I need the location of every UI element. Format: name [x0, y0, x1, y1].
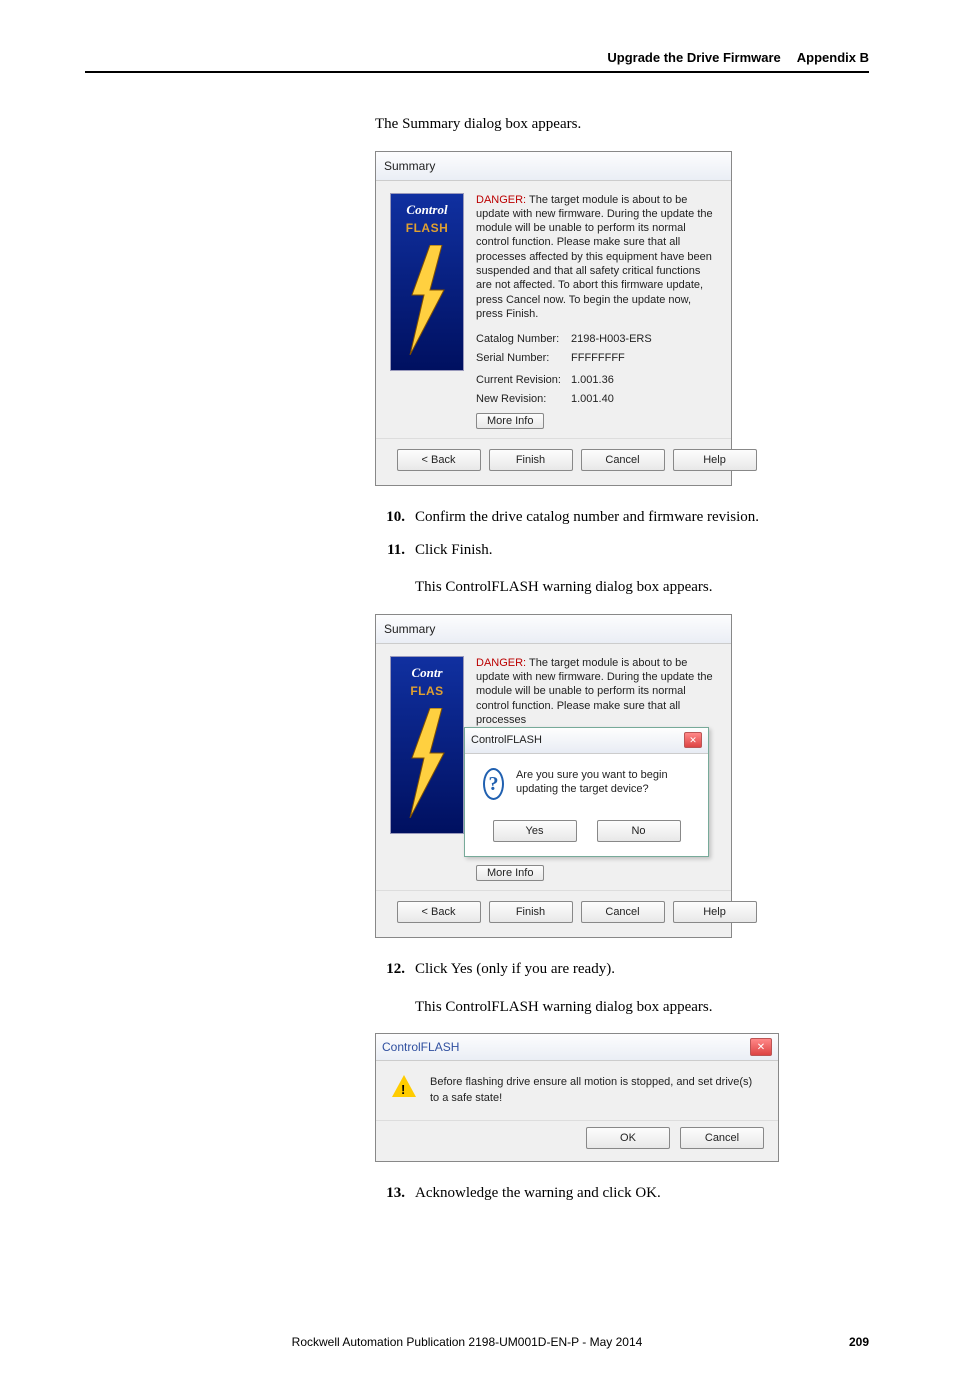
page-footer: Rockwell Automation Publication 2198-UM0… — [85, 1335, 869, 1349]
question-icon: ? — [483, 768, 504, 800]
summary-dialog-2: Summary Contr FLAS DANGER: The target mo… — [375, 614, 732, 938]
more-info-button[interactable]: More Info — [476, 413, 544, 429]
chapter-title: Upgrade the Drive Firmware — [607, 50, 780, 65]
catalog-row: Catalog Number:2198-H003-ERS — [476, 331, 717, 348]
danger-message: DANGER: The target module is about to be… — [476, 193, 717, 322]
lightning-icon — [402, 708, 452, 818]
back-button[interactable]: < Back — [397, 449, 481, 472]
help-button[interactable]: Help — [673, 901, 757, 924]
page-number: 209 — [849, 1335, 869, 1349]
step-11: 11.Click Finish. — [375, 539, 869, 562]
dialog-title: ControlFLASH — [382, 1038, 459, 1056]
cancel-button[interactable]: Cancel — [680, 1127, 764, 1150]
close-icon[interactable]: ✕ — [684, 732, 702, 748]
ok-button[interactable]: OK — [586, 1127, 670, 1150]
page-header: Upgrade the Drive Firmware Appendix B — [85, 50, 869, 73]
controlflash-logo: Contr FLAS — [390, 656, 464, 834]
publication-info: Rockwell Automation Publication 2198-UM0… — [85, 1335, 849, 1349]
warning-dialog: ControlFLASH ✕ Before flashing drive ens… — [375, 1033, 779, 1162]
popup-title-text: ControlFLASH — [471, 732, 542, 749]
step-10: 10.Confirm the drive catalog number and … — [375, 506, 869, 529]
step-12-sub: This ControlFLASH warning dialog box app… — [415, 996, 869, 1019]
cancel-button[interactable]: Cancel — [581, 449, 665, 472]
lightning-icon — [402, 245, 452, 355]
yes-button[interactable]: Yes — [493, 820, 577, 843]
finish-button[interactable]: Finish — [489, 901, 573, 924]
controlflash-logo: Control FLASH — [390, 193, 464, 371]
cancel-button[interactable]: Cancel — [581, 901, 665, 924]
step-12: 12.Click Yes (only if you are ready). — [375, 958, 869, 981]
warning-icon — [392, 1075, 416, 1097]
warning-message: Before flashing drive ensure all motion … — [430, 1075, 762, 1106]
summary-dialog: Summary Control FLASH DANGER: The target… — [375, 151, 732, 487]
popup-question: Are you sure you want to begin updating … — [516, 768, 690, 797]
danger-message: DANGER: The target module is about to be… — [476, 656, 717, 727]
dialog-title: Summary — [376, 615, 731, 644]
finish-button[interactable]: Finish — [489, 449, 573, 472]
current-rev-row: Current Revision:1.001.36 — [476, 372, 717, 389]
more-info-button[interactable]: More Info — [476, 865, 544, 881]
new-rev-row: New Revision:1.001.40 — [476, 391, 717, 408]
confirm-popup: ControlFLASH ✕ ? Are you sure you want t… — [464, 727, 709, 857]
no-button[interactable]: No — [597, 820, 681, 843]
step-11-sub: This ControlFLASH warning dialog box app… — [415, 576, 869, 599]
appendix-label: Appendix B — [797, 50, 869, 65]
serial-row: Serial Number:FFFFFFFF — [476, 350, 717, 367]
help-button[interactable]: Help — [673, 449, 757, 472]
intro-text: The Summary dialog box appears. — [375, 113, 869, 136]
dialog-title: Summary — [376, 152, 731, 181]
back-button[interactable]: < Back — [397, 901, 481, 924]
step-13: 13.Acknowledge the warning and click OK. — [375, 1182, 869, 1205]
close-icon[interactable]: ✕ — [750, 1038, 772, 1056]
